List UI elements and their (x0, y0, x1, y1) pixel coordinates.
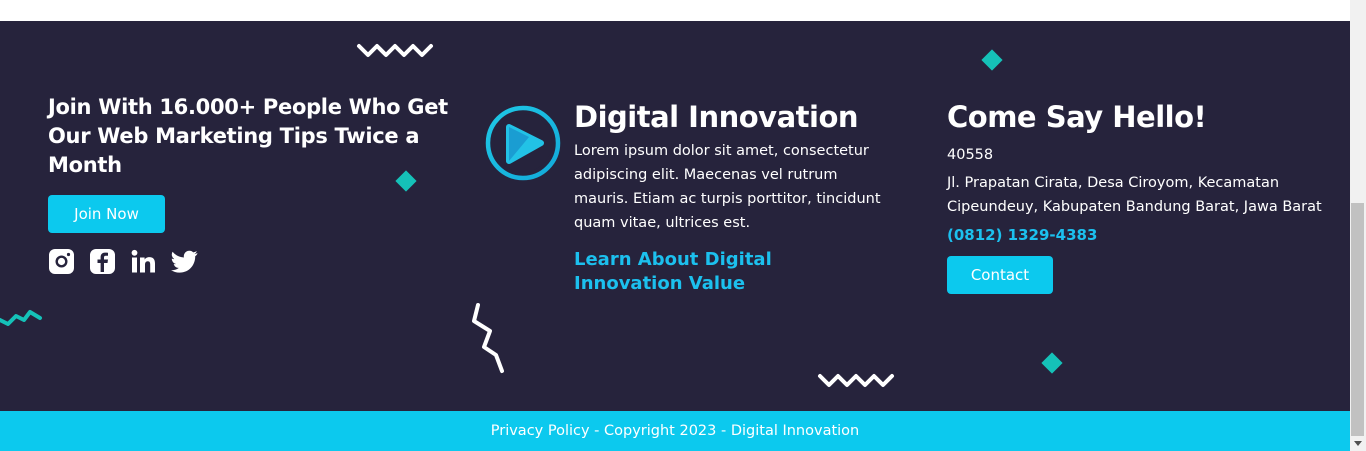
contact-title: Come Say Hello! (947, 100, 1207, 134)
diamond-decoration (1041, 352, 1063, 374)
zigzag-decoration (818, 374, 894, 387)
newsletter-section: Join With 16.000+ People Who Get Our Web… (48, 93, 448, 274)
twitter-icon[interactable] (171, 248, 198, 275)
copyright-text[interactable]: Privacy Policy - Copyright 2023 - Digita… (491, 423, 859, 439)
contact-button[interactable]: Contact (947, 256, 1053, 294)
social-links (48, 248, 198, 275)
address: Jl. Prapatan Cirata, Desa Ciroyom, Kecam… (947, 175, 1322, 215)
learn-more-link[interactable]: Learn About Digital Innovation Value (574, 248, 874, 296)
contact-section: Come Say Hello! 40558 Jl. Prapatan Cirat… (947, 99, 1327, 294)
top-strip (0, 0, 1350, 21)
digital-innovation-logo (485, 105, 561, 181)
scrollbar-thumb[interactable] (1351, 203, 1364, 436)
site-footer: Join With 16.000+ People Who Get Our Web… (0, 21, 1350, 411)
zigzag-decoration (472, 303, 504, 373)
zigzag-decoration (357, 44, 433, 57)
instagram-icon[interactable] (48, 248, 75, 275)
scroll-down-arrow-icon[interactable] (1350, 436, 1366, 451)
copyright-bar: Privacy Policy - Copyright 2023 - Digita… (0, 411, 1350, 451)
phone-link[interactable]: (0812) 1329-4383 (947, 223, 1327, 247)
diamond-decoration (981, 49, 1003, 71)
postal-code: 40558 (947, 147, 994, 163)
about-description: Lorem ipsum dolor sit amet, consectetur … (574, 143, 881, 231)
newsletter-heading: Join With 16.000+ People Who Get Our Web… (48, 95, 448, 177)
about-title: Digital Innovation (574, 100, 859, 134)
linkedin-icon[interactable] (130, 248, 157, 275)
zigzag-decoration (0, 310, 42, 326)
about-section: Digital Innovation Lorem ipsum dolor sit… (574, 99, 884, 296)
join-now-button[interactable]: Join Now (48, 195, 165, 233)
facebook-icon[interactable] (89, 248, 116, 275)
